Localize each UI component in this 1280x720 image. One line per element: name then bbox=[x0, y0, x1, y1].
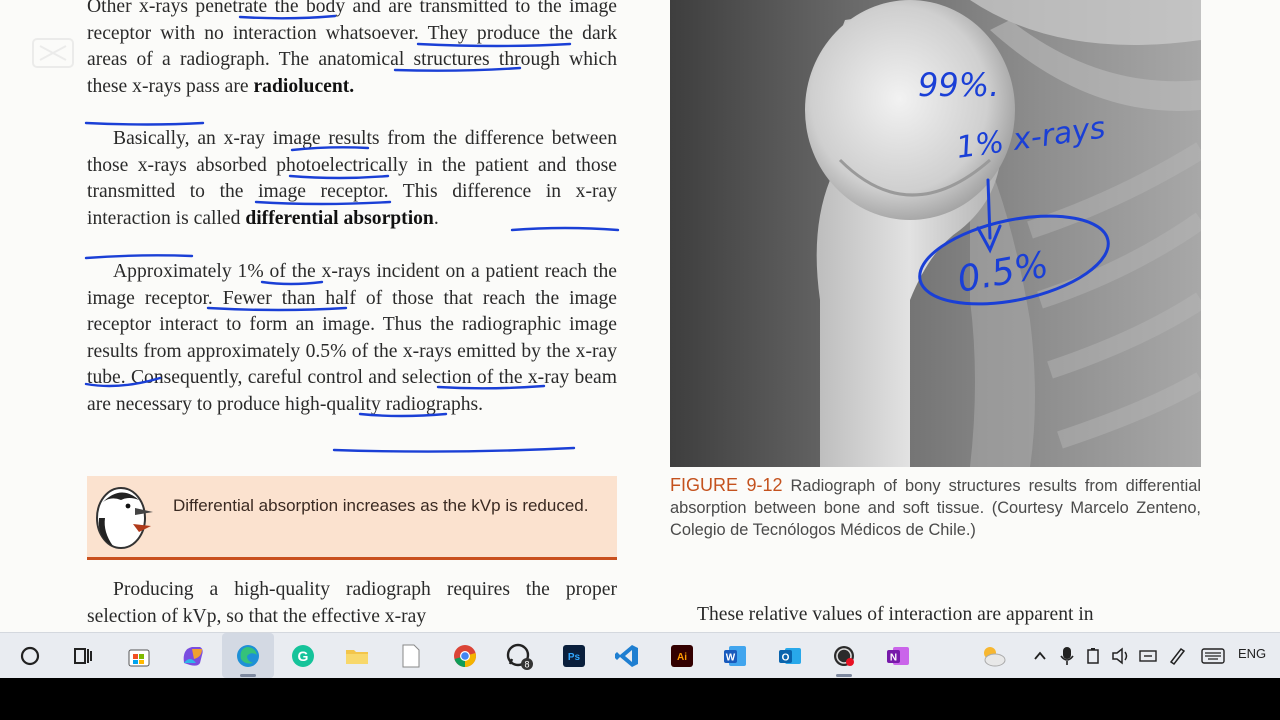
keyboard-icon[interactable] bbox=[1198, 641, 1228, 671]
paragraph-text: Approximately 1% of the x-rays incident … bbox=[87, 261, 617, 415]
active-app-indicator bbox=[240, 674, 256, 677]
task-view-icon[interactable] bbox=[68, 641, 98, 671]
photoshop-icon[interactable]: Ps bbox=[559, 641, 589, 671]
pen-icon[interactable] bbox=[1164, 641, 1190, 671]
paragraph-end: . bbox=[433, 207, 439, 229]
whatsapp-icon[interactable]: 8 bbox=[504, 641, 534, 671]
paragraph-approximately: Approximately 1% of the x-rays incident … bbox=[87, 259, 617, 419]
grammarly-icon[interactable]: G bbox=[288, 641, 318, 671]
ebook-page: Other x-rays penetrate the body and are … bbox=[0, 0, 1280, 632]
edge-icon[interactable] bbox=[233, 641, 263, 671]
paragraph-relative-values: These relative values of interaction are… bbox=[697, 604, 1094, 625]
outlook-icon[interactable]: O bbox=[775, 641, 805, 671]
watermark-logo-icon bbox=[32, 38, 74, 68]
figure-label: FIGURE 9-12 bbox=[670, 475, 783, 495]
penguin-icon bbox=[96, 487, 153, 549]
term-differential-absorption: differential absorption bbox=[245, 207, 434, 229]
obs-icon[interactable] bbox=[829, 641, 859, 671]
illustrator-label: Ai bbox=[677, 652, 687, 663]
search-circle-icon[interactable] bbox=[15, 641, 45, 671]
paragraph-differential-absorption: Basically, an x-ray image results from t… bbox=[87, 126, 617, 232]
document-icon[interactable] bbox=[396, 641, 426, 671]
shoulder-radiograph-image: 99%. 1% x-rays 0.5% bbox=[670, 0, 1201, 467]
letterbox-bar bbox=[0, 678, 1280, 720]
running-app-indicator bbox=[836, 674, 852, 677]
volume-icon[interactable] bbox=[1108, 641, 1134, 671]
key-point-callout: Differential absorption increases as the… bbox=[87, 476, 617, 560]
outlook-label: O bbox=[782, 653, 790, 664]
file-explorer-icon[interactable] bbox=[342, 641, 372, 671]
grammarly-label: G bbox=[298, 648, 309, 664]
figure-caption: FIGURE 9-12 Radiograph of bony structure… bbox=[670, 474, 1201, 541]
chevron-up-icon[interactable] bbox=[1028, 641, 1052, 671]
language-indicator[interactable]: ENG bbox=[1238, 646, 1266, 661]
whatsapp-badge: 8 bbox=[524, 660, 529, 670]
battery-icon[interactable] bbox=[1082, 641, 1106, 671]
term-radiolucent: radiolucent. bbox=[253, 75, 355, 97]
store-icon[interactable] bbox=[124, 641, 154, 671]
copilot-icon[interactable] bbox=[178, 641, 208, 671]
paragraph-radiolucent: Other x-rays penetrate the body and are … bbox=[87, 0, 617, 100]
callout-text: Differential absorption increases as the… bbox=[173, 496, 589, 515]
onenote-icon[interactable]: N bbox=[883, 641, 913, 671]
word-icon[interactable]: W bbox=[720, 641, 750, 671]
microphone-icon[interactable] bbox=[1056, 641, 1078, 671]
windows-taskbar: G 8 Ps Ai W O N ENG bbox=[0, 632, 1280, 678]
weather-icon[interactable] bbox=[978, 641, 1008, 671]
vscode-icon[interactable] bbox=[612, 641, 642, 671]
chrome-icon[interactable] bbox=[450, 641, 480, 671]
photoshop-label: Ps bbox=[568, 652, 581, 663]
onenote-label: N bbox=[890, 653, 897, 664]
illustrator-icon[interactable]: Ai bbox=[667, 641, 697, 671]
network-icon[interactable] bbox=[1136, 641, 1160, 671]
paragraph-text: Producing a high-quality radiograph requ… bbox=[87, 579, 617, 627]
note-99-percent: 99%. bbox=[918, 66, 999, 104]
word-label: W bbox=[726, 653, 736, 664]
paragraph-kvp: Producing a high-quality radiograph requ… bbox=[87, 577, 617, 630]
